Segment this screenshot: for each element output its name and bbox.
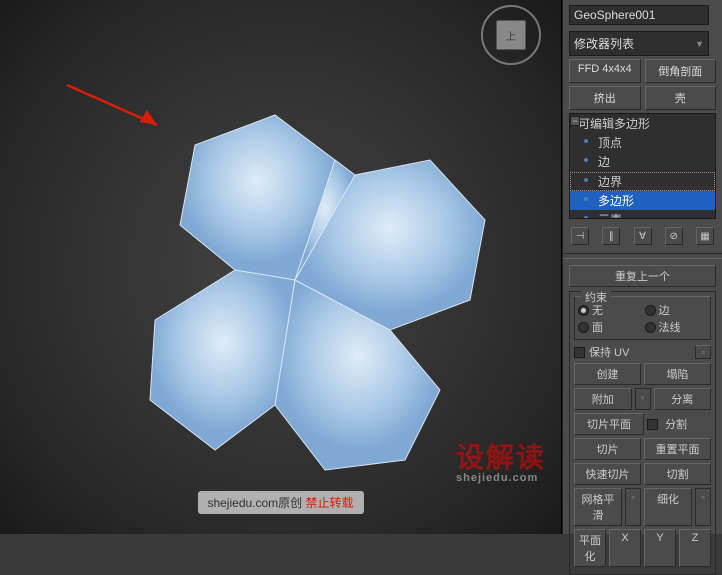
ffd-button[interactable]: FFD 4x4x4 [569, 59, 641, 83]
make-unique-icon[interactable]: ∀ [634, 227, 652, 245]
planarize-y-button[interactable]: Y [644, 529, 676, 567]
collapse-toggle-icon[interactable]: − [570, 116, 580, 126]
planarize-z-button[interactable]: Z [679, 529, 711, 567]
stack-sub-polygon[interactable]: 多边形 [570, 191, 715, 210]
modifier-list-label: 修改器列表 [574, 35, 634, 52]
stack-toolbar: ⊣ ∥ ∀ ⊘ ▦ [563, 222, 722, 250]
extrude-button[interactable]: 挤出 [569, 86, 641, 110]
constraint-edge-radio[interactable]: 边 [645, 302, 708, 318]
preserve-uv-settings-icon[interactable]: ▫ [695, 345, 711, 359]
msmooth-button[interactable]: 网格平滑 [574, 488, 622, 526]
slice-plane-button[interactable]: 切片平面 [574, 413, 644, 435]
planarize-button[interactable]: 平面化 [574, 529, 606, 567]
stack-sub-edge[interactable]: 边 [570, 152, 715, 171]
object-name-field[interactable] [569, 5, 709, 25]
detach-button[interactable]: 分离 [654, 388, 712, 410]
viewcube[interactable]: 上 [481, 5, 541, 65]
modifier-stack[interactable]: − 可编辑多边形 顶点 边 边界 多边形 元素 [569, 113, 716, 219]
chevron-down-icon: ▼ [695, 39, 704, 49]
split-checkbox[interactable]: 分割 [647, 413, 711, 435]
constraints-label: 约束 [581, 289, 611, 305]
edit-rollout: 约束 无 边 面 法线 保持 UV ▫ 创建 塌陷 附加 ▫ [569, 291, 716, 575]
planarize-x-button[interactable]: X [609, 529, 641, 567]
cut-button[interactable]: 切割 [644, 463, 711, 485]
modifier-list-dropdown[interactable]: 修改器列表 ▼ [569, 31, 709, 56]
constraints-group: 约束 无 边 面 法线 [574, 296, 711, 340]
tessellate-settings-icon[interactable]: ▫ [695, 488, 711, 526]
constraint-face-radio[interactable]: 面 [578, 319, 641, 335]
modify-panel: 修改器列表 ▼ FFD 4x4x4 倒角剖面 挤出 壳 − 可编辑多边形 顶点 … [562, 0, 722, 534]
stack-root-item[interactable]: − 可编辑多边形 [570, 114, 715, 133]
slice-button[interactable]: 切片 [574, 438, 641, 460]
viewcube-top-face[interactable]: 上 [496, 20, 526, 50]
collapse-button[interactable]: 塌陷 [644, 363, 711, 385]
tessellate-button[interactable]: 细化 [644, 488, 692, 526]
remove-modifier-icon[interactable]: ⊘ [665, 227, 683, 245]
3d-viewport[interactable]: 上 设解读 shejiedu.com shejiedu.com原创 禁止转载 [0, 0, 562, 534]
stack-sub-element[interactable]: 元素 [570, 210, 715, 219]
geometry-preview [95, 80, 495, 480]
shell-button[interactable]: 壳 [645, 86, 717, 110]
pin-stack-icon[interactable]: ⊣ [571, 227, 589, 245]
watermark-footer: shejiedu.com原创 禁止转载 [197, 491, 363, 514]
msmooth-settings-icon[interactable]: ▫ [625, 488, 641, 526]
chamfer-button[interactable]: 倒角剖面 [645, 59, 717, 83]
attach-button[interactable]: 附加 [574, 388, 632, 410]
reset-plane-button[interactable]: 重置平面 [644, 438, 711, 460]
show-end-result-icon[interactable]: ∥ [602, 227, 620, 245]
stack-sub-vertex[interactable]: 顶点 [570, 133, 715, 152]
preserve-uv-checkbox[interactable]: 保持 UV ▫ [574, 344, 711, 360]
panel-divider [563, 253, 722, 259]
attach-settings-icon[interactable]: ▫ [635, 388, 651, 410]
watermark-logo: 设解读 shejiedu.com [456, 436, 546, 484]
repeat-last-button[interactable]: 重复上一个 [569, 265, 716, 287]
create-button[interactable]: 创建 [574, 363, 641, 385]
quickslice-button[interactable]: 快速切片 [574, 463, 641, 485]
configure-sets-icon[interactable]: ▦ [696, 227, 714, 245]
stack-sub-border[interactable]: 边界 [570, 172, 715, 191]
constraint-normal-radio[interactable]: 法线 [645, 319, 708, 335]
